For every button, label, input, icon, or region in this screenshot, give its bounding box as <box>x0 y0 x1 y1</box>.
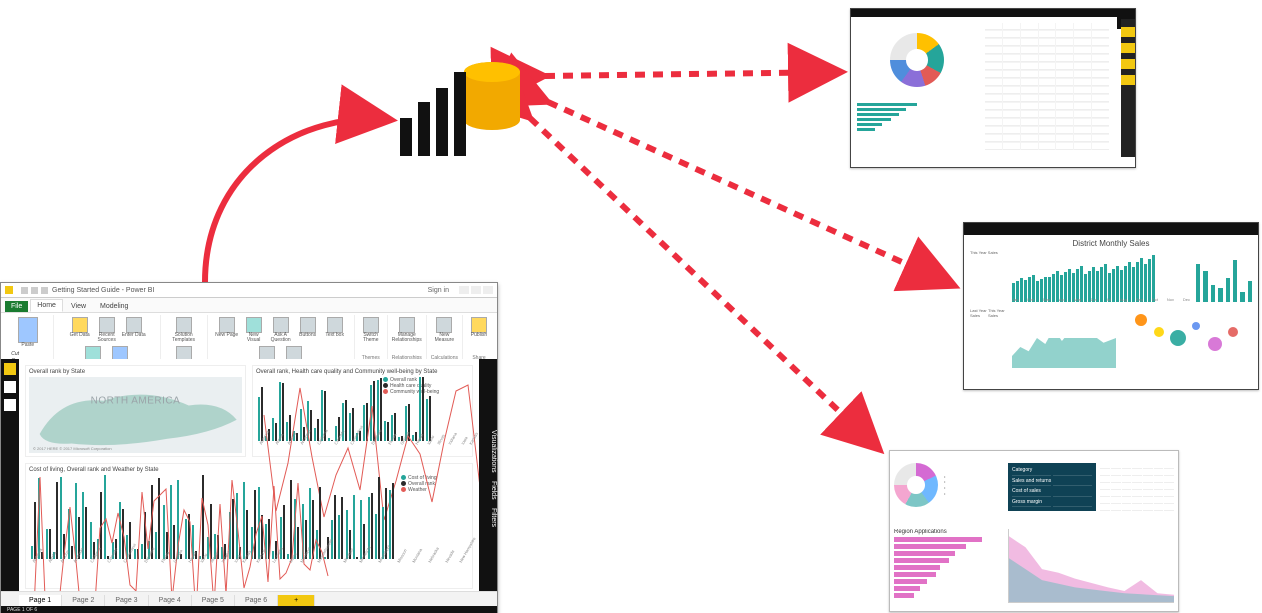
pane-fields[interactable]: Fields <box>479 481 497 500</box>
visual-grouped-bars-bottom[interactable]: Cost of living, Overall rank and Weather… <box>25 463 473 589</box>
visual-map[interactable]: Overall rank by State NORTH AMERICA © 20… <box>25 365 246 457</box>
qat-redo-icon[interactable] <box>41 287 48 294</box>
app-logo-icon <box>5 286 13 294</box>
qat-save-icon[interactable] <box>21 287 28 294</box>
view-report-icon[interactable] <box>4 363 16 375</box>
window-maximize-icon[interactable] <box>471 286 481 294</box>
ribbon-tab-modeling[interactable]: Modeling <box>94 301 134 312</box>
report-thumbnail-1 <box>850 8 1136 168</box>
ribbon-group-insert: New Page New Visual Ask A Question Butto… <box>208 315 355 363</box>
signin-link[interactable]: Sign in <box>428 287 449 294</box>
t2-bubble-chart <box>1122 308 1252 368</box>
t2-area-chart <box>1012 308 1116 368</box>
ribbon-btn-solution-templates[interactable]: Solution Templates <box>172 317 196 343</box>
ribbon-btn-new-measure[interactable]: New Measure <box>432 317 456 343</box>
view-model-icon[interactable] <box>4 399 16 411</box>
page-tab-5[interactable]: Page 5 <box>192 595 235 606</box>
page-tab-4[interactable]: Page 4 <box>149 595 192 606</box>
qat-undo-icon[interactable] <box>31 287 38 294</box>
t3-kpi-card: Category Sales and returns Cost of sales… <box>1008 463 1096 511</box>
arrow-model-to-report3 <box>530 118 880 450</box>
report-thumbnail-2: District Monthly Sales This Year Sales J… <box>963 222 1259 390</box>
t3-area-chart <box>1008 529 1174 603</box>
ribbon-group-themes: Switch Theme Themes <box>355 315 388 363</box>
legend-top: Overall rank Health care quality Communi… <box>383 377 469 395</box>
t1-donut-chart <box>890 33 944 87</box>
pane-visualizations[interactable]: Visualizations <box>479 430 497 473</box>
quick-access-toolbar <box>21 287 48 294</box>
map-attribution: © 2017 HERE © 2017 Microsoft Corporation <box>33 446 112 451</box>
ribbon-group-resources: Solution Templates Partner Showcase Reso… <box>161 315 208 363</box>
grouped-bars-bottom <box>31 477 395 559</box>
page-tab-6[interactable]: Page 6 <box>235 595 278 606</box>
report-thumbnail-3: •••• Category Sales and returns Cost of … <box>889 450 1179 612</box>
x-axis-bottom: AlabamaAlaskaArizonaArkansasCaliforniaCo… <box>31 561 395 571</box>
ribbon-btn-enter-data[interactable]: Enter Data <box>122 317 146 343</box>
ribbon-btn-switch-theme[interactable]: Switch Theme <box>359 317 383 343</box>
diagram-stage: Getting Started Guide - Power BI Sign in… <box>0 0 1262 613</box>
ribbon-group-relationships: Manage Relationships Relationships <box>388 315 427 363</box>
legend-bottom: Cost of living Overall rank Weather <box>401 475 469 493</box>
t3-donut-legend: •••• <box>944 474 945 496</box>
power-bi-desktop-window: Getting Started Guide - Power BI Sign in… <box>0 282 498 613</box>
pane-filters[interactable]: Filters <box>479 508 497 527</box>
view-data-icon[interactable] <box>4 381 16 393</box>
ribbon-group-share: Publish Share <box>463 315 495 363</box>
map-label: NORTH AMERICA <box>91 396 181 407</box>
window-titlebar: Getting Started Guide - Power BI Sign in <box>1 283 497 298</box>
ribbon-btn-new-visual[interactable]: New Visual <box>242 317 266 343</box>
arrow-source-to-model <box>205 119 392 282</box>
t2-side-bars <box>1196 250 1252 302</box>
ribbon-btn-ask-question[interactable]: Ask A Question <box>269 317 293 343</box>
page-tab-1[interactable]: Page 1 <box>19 595 62 606</box>
t2-area-legend: Last Year Sales This Year Sales <box>970 308 1006 368</box>
t2-chrome-top <box>964 223 1258 235</box>
ribbon-btn-cut[interactable]: Cut <box>11 351 44 357</box>
status-bar: PAGE 1 OF 6 <box>1 606 497 613</box>
ribbon-group-clipboard: Paste Cut Copy Format Painter Clipboard <box>3 315 54 363</box>
workspace: Overall rank by State NORTH AMERICA © 20… <box>1 359 497 598</box>
t3-hbars-title: Region Applications <box>894 529 1004 535</box>
t1-hbar-chart <box>857 103 927 131</box>
view-rail <box>1 359 19 598</box>
report-canvas[interactable]: Overall rank by State NORTH AMERICA © 20… <box>19 359 479 598</box>
t3-hbars <box>894 537 1004 598</box>
t1-matrix <box>985 23 1109 150</box>
t2-slicer: This Year Sales <box>970 250 1006 302</box>
window-minimize-icon[interactable] <box>459 286 469 294</box>
visual-grouped-bars-top[interactable]: Overall rank, Health care quality and Co… <box>252 365 473 457</box>
t1-rail-accents <box>1121 27 1135 85</box>
ribbon-btn-publish[interactable]: Publish <box>467 317 491 338</box>
power-bi-logo-icon <box>394 48 544 168</box>
ribbon-btn-buttons[interactable]: Buttons <box>296 317 320 343</box>
page-tab-2[interactable]: Page 2 <box>62 595 105 606</box>
t3-donut-chart <box>894 463 938 507</box>
ribbon-btn-get-data[interactable]: Get Data <box>68 317 92 343</box>
t2-monthly-bars: JanFebMarAprMayJunJulAugSepOctNovDec <box>1012 250 1190 302</box>
menu-file[interactable]: File <box>5 301 28 312</box>
ribbon-btn-recent-sources[interactable]: Recent Sources <box>95 317 119 343</box>
t2-title: District Monthly Sales <box>970 239 1252 248</box>
t1-donut-title <box>857 23 977 29</box>
page-tab-add[interactable]: + <box>278 595 315 606</box>
ribbon-tab-home[interactable]: Home <box>30 299 63 312</box>
ribbon-tabs: File Home View Modeling <box>1 298 497 313</box>
ribbon-btn-textbox[interactable]: Text box <box>323 317 347 343</box>
ribbon-btn-paste[interactable]: Paste <box>18 317 38 348</box>
arrow-model-to-report1 <box>545 72 842 76</box>
page-tab-3[interactable]: Page 3 <box>105 595 148 606</box>
collapsed-panes[interactable]: Visualizations Fields Filters <box>479 359 497 598</box>
window-title: Getting Started Guide - Power BI <box>52 287 424 294</box>
ribbon-btn-manage-relationships[interactable]: Manage Relationships <box>395 317 419 343</box>
ribbon-group-calculations: New Measure Calculations <box>427 315 463 363</box>
ribbon-group-external-data: Get Data Recent Sources Enter Data Edit … <box>54 315 161 363</box>
ribbon-btn-new-page[interactable]: New Page <box>215 317 239 343</box>
t3-table <box>1100 463 1174 511</box>
window-close-icon[interactable] <box>483 286 493 294</box>
map-area: NORTH AMERICA © 2017 HERE © 2017 Microso… <box>29 377 242 453</box>
ribbon-tab-view[interactable]: View <box>65 301 92 312</box>
x-axis-top: AlabamaAlaskaArizonaArkansasCaliforniaCo… <box>258 443 377 453</box>
